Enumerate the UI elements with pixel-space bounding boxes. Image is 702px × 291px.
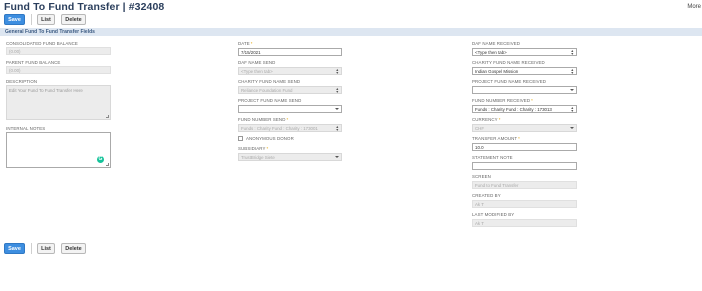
last-modified-by-field: Ak T <box>472 219 577 227</box>
charity-fund-name-received-input[interactable]: Indian Gospel Mission ▲ ▼ <box>472 67 577 75</box>
grammarly-icon[interactable]: G <box>97 156 104 163</box>
charity-fund-name-send-label: Charity Fund Name Send <box>238 79 301 84</box>
fund-number-send-field: Funds : Charity Fund : Charity : 173001 … <box>238 124 342 132</box>
up-down-icon[interactable]: ▲ ▼ <box>570 49 574 55</box>
consolidated-fund-balance-label: Consolidated Fund Balance <box>6 41 78 46</box>
screen-label: Screen <box>472 174 491 179</box>
project-fund-name-send-select[interactable] <box>238 105 342 113</box>
daf-name-received-label: DAF Name Received <box>472 41 521 46</box>
up-down-icon: ▲ ▼ <box>335 67 339 75</box>
chevron-down-icon[interactable] <box>335 108 339 110</box>
statement-note-label: Statement Note <box>472 155 513 160</box>
toolbar-divider <box>31 14 32 25</box>
daf-name-received-input[interactable]: <Type then tab> ▲ ▼ <box>472 48 577 56</box>
more-menu[interactable]: More <box>687 4 701 10</box>
project-fund-name-received-select[interactable] <box>472 86 577 94</box>
save-button-bottom[interactable]: Save <box>4 243 25 254</box>
created-by-label: Created By <box>472 193 501 198</box>
transfer-amount-label: Transfer Amount* <box>472 136 520 141</box>
up-down-icon: ▲ ▼ <box>335 124 339 132</box>
last-modified-by-label: Last Modified By <box>472 212 515 217</box>
screen-field: Fund to Fund Transfer <box>472 181 577 189</box>
subsidiary-select: TrustBridge Siete <box>238 153 342 161</box>
toolbar-divider <box>31 243 32 254</box>
parent-fund-balance-label: Parent Fund Balance <box>6 60 61 65</box>
list-button-bottom[interactable]: List <box>37 243 55 254</box>
chevron-down-icon[interactable] <box>570 89 574 91</box>
subsidiary-label: Subsidiary* <box>238 146 269 151</box>
chevron-down-icon <box>335 156 339 158</box>
description-textarea[interactable]: Edit Your Fund To Fund Transfer Here <box>6 85 111 120</box>
currency-label: Currency* <box>472 117 501 122</box>
created-by-field: Ak T <box>472 200 577 208</box>
list-button[interactable]: List <box>37 14 55 25</box>
project-fund-name-send-label: Project Fund Name Send <box>238 98 302 103</box>
description-placeholder: Edit Your Fund To Fund Transfer Here <box>9 88 83 93</box>
currency-select: CHF <box>472 124 577 132</box>
internal-notes-label: Internal Notes <box>6 126 46 131</box>
delete-button[interactable]: Delete <box>61 14 86 25</box>
date-label: Date* <box>238 41 253 46</box>
daf-name-send-field: <Type then tab> ▲ ▼ <box>238 67 342 75</box>
transfer-amount-input[interactable]: 10.0 <box>472 143 577 151</box>
section-header[interactable]: General Fund To Fund Transfer Fields <box>0 28 702 36</box>
statement-note-input[interactable] <box>472 162 577 170</box>
resize-handle-icon[interactable] <box>106 115 109 118</box>
anonymous-donor-checkbox[interactable] <box>238 136 243 141</box>
resize-handle-icon[interactable] <box>106 163 109 166</box>
project-fund-name-received-label: Project Fund Name Received <box>472 79 546 84</box>
description-label: Description <box>6 79 38 84</box>
charity-fund-name-send-field: Reliance Foundation Fund ▲ ▼ <box>238 86 342 94</box>
consolidated-fund-balance-field: (0.00) <box>6 47 111 55</box>
fund-number-received-input[interactable]: Funds : Charity Fund : Charity : 173013 … <box>472 105 577 113</box>
section-title: General Fund To Fund Transfer Fields <box>5 29 95 35</box>
up-down-icon[interactable]: ▲ ▼ <box>570 106 574 112</box>
parent-fund-balance-field: (0.00) <box>6 66 111 74</box>
fund-number-received-label: Fund Number Received* <box>472 98 533 103</box>
up-down-icon[interactable]: ▲ ▼ <box>570 68 574 74</box>
date-input[interactable]: 7/15/2021 <box>238 48 342 56</box>
delete-button-bottom[interactable]: Delete <box>61 243 86 254</box>
page-title: Fund To Fund Transfer | #32408 <box>4 1 165 13</box>
chevron-down-icon <box>570 127 574 129</box>
fund-number-send-label: Fund Number Send* <box>238 117 289 122</box>
save-button[interactable]: Save <box>4 14 25 25</box>
anonymous-donor-label: Anonymous Donor <box>246 136 294 141</box>
daf-name-send-label: DAF Name Send <box>238 60 276 65</box>
up-down-icon: ▲ ▼ <box>335 86 339 94</box>
charity-fund-name-received-label: Charity Fund Name Received <box>472 60 545 65</box>
internal-notes-textarea[interactable] <box>6 132 111 168</box>
